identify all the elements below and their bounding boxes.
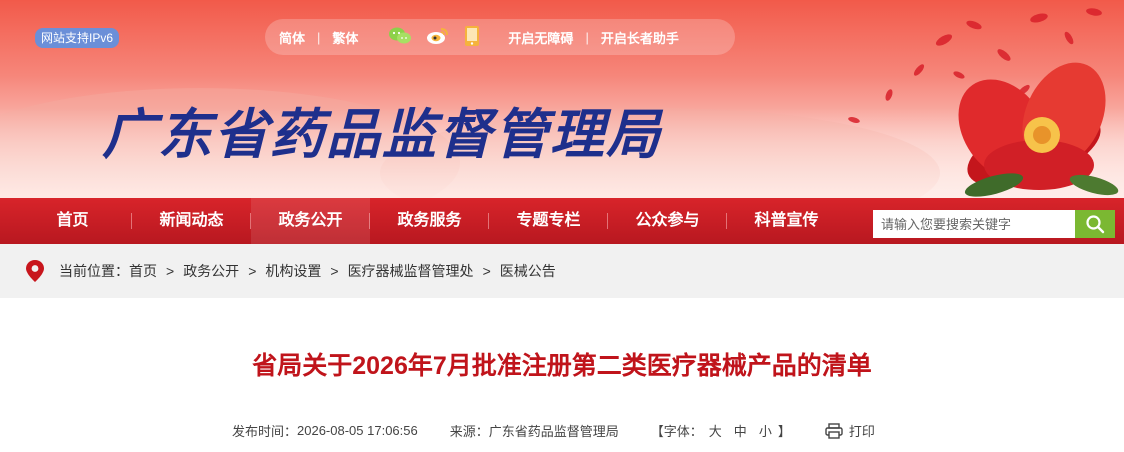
breadcrumb-separator: > xyxy=(482,263,491,279)
nav-item-science[interactable]: 科普宣传 xyxy=(727,198,846,244)
font-size-large-button[interactable]: 大 xyxy=(709,421,722,440)
nav-item-government-affairs[interactable]: 政务公开 xyxy=(251,198,370,244)
printer-icon xyxy=(825,422,843,439)
breadcrumb-device-supervision-dept[interactable]: 医疗器械监督管理处 xyxy=(348,261,474,281)
breadcrumb-label: 当前位置： xyxy=(59,263,129,279)
breadcrumb-separator: > xyxy=(248,263,257,279)
publish-time-label: 发布时间： xyxy=(232,424,298,439)
publish-time: 2026-08-05 17:06:56 xyxy=(297,423,418,438)
breadcrumb-government-affairs[interactable]: 政务公开 xyxy=(183,261,239,281)
accessibility-link[interactable]: 开启无障碍 xyxy=(508,28,573,47)
mobile-icon[interactable] xyxy=(464,25,480,50)
location-pin-icon xyxy=(26,260,44,282)
source-label: 来源： xyxy=(449,424,489,439)
font-size-medium-button[interactable]: 中 xyxy=(734,421,747,440)
weibo-icon[interactable] xyxy=(426,26,450,49)
nav-item-special-topics[interactable]: 专题专栏 xyxy=(489,198,608,244)
breadcrumb-organization[interactable]: 机构设置 xyxy=(265,261,321,281)
article-title: 省局关于2026年7月批准注册第二类医疗器械产品的清单 xyxy=(252,352,872,380)
font-size-close-bracket: 】 xyxy=(777,424,791,439)
kapok-flower-decoration xyxy=(848,8,1119,197)
breadcrumb-device-announcements[interactable]: 医械公告 xyxy=(500,261,556,281)
search-button[interactable] xyxy=(1075,210,1115,238)
breadcrumb-separator: > xyxy=(330,263,339,279)
search-box xyxy=(873,210,1115,238)
elder-mode-link[interactable]: 开启长者助手 xyxy=(601,28,679,47)
toolbar-divider: | xyxy=(317,29,321,45)
font-size-small-button[interactable]: 小 xyxy=(759,421,772,440)
source-value: 广东省药品监督管理局 xyxy=(488,424,619,439)
article-meta: 发布时间： 2026-08-05 17:06:56 来源： 广东省药品监督管理局… xyxy=(232,421,875,440)
traditional-chinese-link[interactable]: 繁体 xyxy=(332,28,358,47)
search-input[interactable] xyxy=(873,210,1075,238)
site-title[interactable]: 广东省药品监督管理局 xyxy=(102,90,662,169)
top-toolbar: 简体 | 繁体 开启无障碍 | 开启长者助手 xyxy=(265,19,735,55)
toolbar-divider: | xyxy=(585,29,589,45)
nav-item-services[interactable]: 政务服务 xyxy=(370,198,489,244)
nav-item-home[interactable]: 首页 xyxy=(13,198,132,244)
breadcrumb: 当前位置： 首页 > 政务公开 > 机构设置 > 医疗器械监督管理处 > 医械公… xyxy=(0,244,1124,298)
nav-item-public-participation[interactable]: 公众参与 xyxy=(608,198,727,244)
ipv6-badge: 网站支持IPv6 xyxy=(35,28,120,48)
nav-item-news[interactable]: 新闻动态 xyxy=(132,198,251,244)
wechat-icon[interactable] xyxy=(388,26,412,49)
simplified-chinese-link[interactable]: 简体 xyxy=(279,28,305,47)
print-button[interactable]: 打印 xyxy=(825,421,875,440)
print-label: 打印 xyxy=(848,424,875,439)
breadcrumb-separator: > xyxy=(166,263,175,279)
font-size-label: 【字体： xyxy=(650,424,703,439)
header-banner: 网站支持IPv6 简体 | 繁体 开启无障碍 | 开启长者助手 广东省药品监督管… xyxy=(0,0,1124,198)
search-icon xyxy=(1086,215,1105,234)
breadcrumb-home[interactable]: 首页 xyxy=(129,261,157,281)
